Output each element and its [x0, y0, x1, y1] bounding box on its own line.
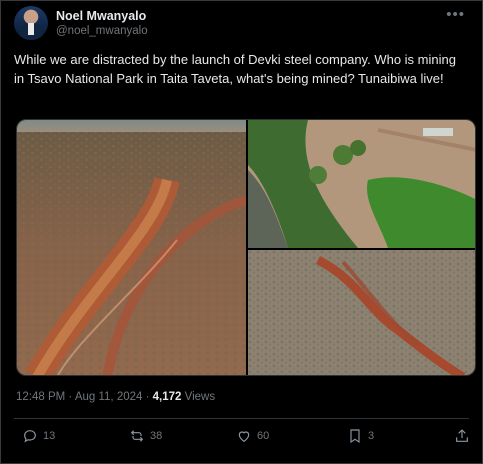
photo-river-forest-graphic — [248, 120, 475, 248]
meta-separator-2: · — [142, 391, 153, 403]
avatar-shirt — [28, 23, 34, 35]
photo-red-track[interactable] — [248, 250, 475, 375]
like-button[interactable]: 60 — [236, 428, 269, 444]
bookmark-count: 3 — [368, 430, 375, 442]
views-count: 4,172 — [152, 391, 182, 403]
tweet-text: While we are distracted by the launch of… — [14, 52, 456, 86]
like-count: 60 — [257, 430, 270, 442]
tweet-date[interactable]: Aug 11, 2024 — [75, 391, 143, 403]
divider — [14, 418, 469, 419]
views-label: Views — [181, 391, 216, 403]
bookmark-icon — [350, 429, 360, 444]
photo-river-forest[interactable] — [248, 120, 475, 248]
action-bar: 13 38 60 3 — [14, 428, 469, 452]
reply-icon — [24, 430, 36, 443]
photo-aerial-road[interactable] — [17, 120, 246, 375]
avatar[interactable] — [14, 6, 48, 40]
reply-button[interactable]: 13 — [22, 428, 55, 444]
photo-red-track-graphic — [248, 250, 475, 375]
photo-aerial-road-graphic — [17, 120, 246, 375]
share-button[interactable] — [454, 428, 470, 444]
share-icon — [456, 429, 468, 442]
heart-icon — [238, 431, 250, 443]
more-dots-icon[interactable]: ••• — [446, 6, 465, 23]
author-name[interactable]: Noel Mwanyalo — [56, 9, 146, 23]
retweet-count: 38 — [150, 430, 163, 442]
tweet-time[interactable]: 12:48 PM — [16, 391, 65, 403]
tweet-header: Noel Mwanyalo @noel_mwanyalo ••• — [14, 6, 471, 46]
tweet-meta: 12:48 PM · Aug 11, 2024 · 4,172 Views — [16, 391, 215, 403]
reply-count: 13 — [43, 430, 56, 442]
retweet-icon — [130, 430, 144, 442]
meta-separator: · — [65, 391, 75, 403]
bookmark-button[interactable]: 3 — [347, 428, 374, 444]
media-grid — [16, 119, 476, 376]
retweet-button[interactable]: 38 — [129, 428, 162, 444]
author-handle[interactable]: @noel_mwanyalo — [56, 25, 148, 37]
